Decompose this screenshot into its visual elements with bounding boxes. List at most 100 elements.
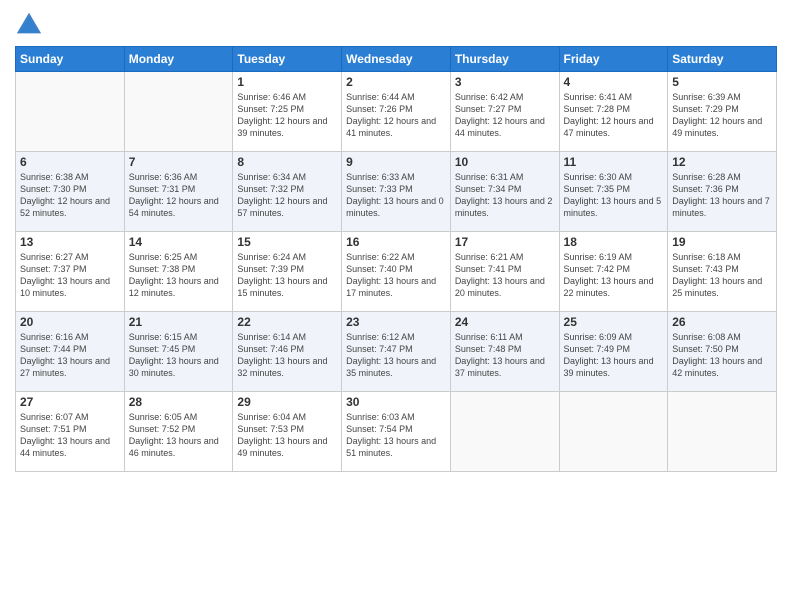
header-monday: Monday — [124, 47, 233, 72]
day-number: 26 — [672, 315, 772, 329]
calendar-cell: 2Sunrise: 6:44 AMSunset: 7:26 PMDaylight… — [342, 72, 451, 152]
day-info: Sunrise: 6:08 AMSunset: 7:50 PMDaylight:… — [672, 331, 772, 380]
day-number: 21 — [129, 315, 229, 329]
calendar-cell: 26 Sunrise: 6:08 AMSunset: 7:50 PMDayligh… — [668, 312, 777, 392]
calendar-cell — [559, 392, 668, 472]
day-number: 18 — [564, 235, 664, 249]
calendar-cell: 23 Sunrise: 6:12 AMSunset: 7:47 PMDayligh… — [342, 312, 451, 392]
day-number: 25 — [564, 315, 664, 329]
day-info: Sunrise: 6:19 AMSunset: 7:42 PMDaylight:… — [564, 251, 664, 300]
header-saturday: Saturday — [668, 47, 777, 72]
calendar-cell: 27 Sunrise: 6:07 AMSunset: 7:51 PMDayligh… — [16, 392, 125, 472]
calendar-cell — [668, 392, 777, 472]
calendar-week-row: 6 Sunrise: 6:38 AMSunset: 7:30 PMDaylight… — [16, 152, 777, 232]
day-number: 1 — [237, 75, 337, 89]
day-number: 23 — [346, 315, 446, 329]
calendar-cell: 17 Sunrise: 6:21 AMSunset: 7:41 PMDayligh… — [450, 232, 559, 312]
calendar-week-row: 1 Sunrise: 6:46 AMSunset: 7:25 PMDaylight… — [16, 72, 777, 152]
calendar-cell: 9 Sunrise: 6:33 AMSunset: 7:33 PMDaylight… — [342, 152, 451, 232]
day-number: 5 — [672, 75, 772, 89]
day-number: 30 — [346, 395, 446, 409]
day-info: Sunrise: 6:04 AMSunset: 7:53 PMDaylight:… — [237, 411, 337, 460]
header-thursday: Thursday — [450, 47, 559, 72]
calendar-week-row: 27 Sunrise: 6:07 AMSunset: 7:51 PMDayligh… — [16, 392, 777, 472]
day-info: Sunrise: 6:22 AMSunset: 7:40 PMDaylight:… — [346, 251, 446, 300]
calendar-cell: 14 Sunrise: 6:25 AMSunset: 7:38 PMDayligh… — [124, 232, 233, 312]
page: SundayMondayTuesdayWednesdayThursdayFrid… — [0, 0, 792, 612]
day-info: Sunrise: 6:34 AMSunset: 7:32 PMDaylight:… — [237, 171, 337, 220]
day-info: Sunrise: 6:30 AMSunset: 7:35 PMDaylight:… — [564, 171, 664, 220]
calendar-cell: 20 Sunrise: 6:16 AMSunset: 7:44 PMDayligh… — [16, 312, 125, 392]
day-number: 28 — [129, 395, 229, 409]
day-number: 4 — [564, 75, 664, 89]
day-info: Sunrise: 6:18 AMSunset: 7:43 PMDaylight:… — [672, 251, 772, 300]
calendar-cell: 8 Sunrise: 6:34 AMSunset: 7:32 PMDaylight… — [233, 152, 342, 232]
day-number: 20 — [20, 315, 120, 329]
day-number: 17 — [455, 235, 555, 249]
day-info: Sunrise: 6:07 AMSunset: 7:51 PMDaylight:… — [20, 411, 120, 460]
logo-icon — [15, 10, 43, 38]
day-info: Sunrise: 6:15 AMSunset: 7:45 PMDaylight:… — [129, 331, 229, 380]
day-info: Sunrise: 6:41 AMSunset: 7:28 PMDaylight:… — [564, 91, 664, 140]
calendar-cell: 6 Sunrise: 6:38 AMSunset: 7:30 PMDaylight… — [16, 152, 125, 232]
day-info: Sunrise: 6:46 AMSunset: 7:25 PMDaylight:… — [237, 91, 337, 140]
day-info: Sunrise: 6:42 AMSunset: 7:27 PMDaylight:… — [455, 91, 555, 140]
day-info: Sunrise: 6:11 AMSunset: 7:48 PMDaylight:… — [455, 331, 555, 380]
day-info: Sunrise: 6:25 AMSunset: 7:38 PMDaylight:… — [129, 251, 229, 300]
header — [15, 10, 777, 38]
header-friday: Friday — [559, 47, 668, 72]
day-info: Sunrise: 6:27 AMSunset: 7:37 PMDaylight:… — [20, 251, 120, 300]
logo — [15, 10, 47, 38]
day-number: 27 — [20, 395, 120, 409]
day-number: 16 — [346, 235, 446, 249]
calendar-cell: 3 Sunrise: 6:42 AMSunset: 7:27 PMDaylight… — [450, 72, 559, 152]
calendar-cell: 16 Sunrise: 6:22 AMSunset: 7:40 PMDayligh… — [342, 232, 451, 312]
calendar-cell: 11 Sunrise: 6:30 AMSunset: 7:35 PMDayligh… — [559, 152, 668, 232]
calendar-cell: 12 Sunrise: 6:28 AMSunset: 7:36 PMDayligh… — [668, 152, 777, 232]
day-number: 10 — [455, 155, 555, 169]
calendar-cell: 28 Sunrise: 6:05 AMSunset: 7:52 PMDayligh… — [124, 392, 233, 472]
day-info: Sunrise: 6:28 AMSunset: 7:36 PMDaylight:… — [672, 171, 772, 220]
day-info: Sunrise: 6:33 AMSunset: 7:33 PMDaylight:… — [346, 171, 446, 220]
calendar-cell: 21 Sunrise: 6:15 AMSunset: 7:45 PMDayligh… — [124, 312, 233, 392]
calendar-cell: 13Sunrise: 6:27 AMSunset: 7:37 PMDayligh… — [16, 232, 125, 312]
day-number: 15 — [237, 235, 337, 249]
calendar-cell — [16, 72, 125, 152]
calendar-cell: 25 Sunrise: 6:09 AMSunset: 7:49 PMDayligh… — [559, 312, 668, 392]
calendar-header-row: SundayMondayTuesdayWednesdayThursdayFrid… — [16, 47, 777, 72]
day-info: Sunrise: 6:09 AMSunset: 7:49 PMDaylight:… — [564, 331, 664, 380]
day-number: 19 — [672, 235, 772, 249]
day-info: Sunrise: 6:12 AMSunset: 7:47 PMDaylight:… — [346, 331, 446, 380]
calendar-cell — [450, 392, 559, 472]
day-number: 2 — [346, 75, 446, 89]
day-number: 12 — [672, 155, 772, 169]
calendar-week-row: 13Sunrise: 6:27 AMSunset: 7:37 PMDayligh… — [16, 232, 777, 312]
calendar-table: SundayMondayTuesdayWednesdayThursdayFrid… — [15, 46, 777, 472]
calendar-cell — [124, 72, 233, 152]
day-info: Sunrise: 6:39 AMSunset: 7:29 PMDaylight:… — [672, 91, 772, 140]
day-number: 9 — [346, 155, 446, 169]
day-number: 8 — [237, 155, 337, 169]
day-info: Sunrise: 6:05 AMSunset: 7:52 PMDaylight:… — [129, 411, 229, 460]
day-number: 7 — [129, 155, 229, 169]
day-info: Sunrise: 6:36 AMSunset: 7:31 PMDaylight:… — [129, 171, 229, 220]
day-info: Sunrise: 6:24 AMSunset: 7:39 PMDaylight:… — [237, 251, 337, 300]
day-number: 29 — [237, 395, 337, 409]
calendar-week-row: 20 Sunrise: 6:16 AMSunset: 7:44 PMDayligh… — [16, 312, 777, 392]
header-sunday: Sunday — [16, 47, 125, 72]
calendar-cell: 29 Sunrise: 6:04 AMSunset: 7:53 PMDayligh… — [233, 392, 342, 472]
day-number: 11 — [564, 155, 664, 169]
day-number: 6 — [20, 155, 120, 169]
calendar-cell: 5 Sunrise: 6:39 AMSunset: 7:29 PMDaylight… — [668, 72, 777, 152]
day-number: 14 — [129, 235, 229, 249]
day-info: Sunrise: 6:16 AMSunset: 7:44 PMDaylight:… — [20, 331, 120, 380]
day-number: 3 — [455, 75, 555, 89]
header-tuesday: Tuesday — [233, 47, 342, 72]
calendar-cell: 4 Sunrise: 6:41 AMSunset: 7:28 PMDaylight… — [559, 72, 668, 152]
day-info: Sunrise: 6:21 AMSunset: 7:41 PMDaylight:… — [455, 251, 555, 300]
day-info: Sunrise: 6:31 AMSunset: 7:34 PMDaylight:… — [455, 171, 555, 220]
calendar-cell: 7 Sunrise: 6:36 AMSunset: 7:31 PMDaylight… — [124, 152, 233, 232]
calendar-cell: 22Sunrise: 6:14 AMSunset: 7:46 PMDayligh… — [233, 312, 342, 392]
day-number: 24 — [455, 315, 555, 329]
day-info: Sunrise: 6:38 AMSunset: 7:30 PMDaylight:… — [20, 171, 120, 220]
